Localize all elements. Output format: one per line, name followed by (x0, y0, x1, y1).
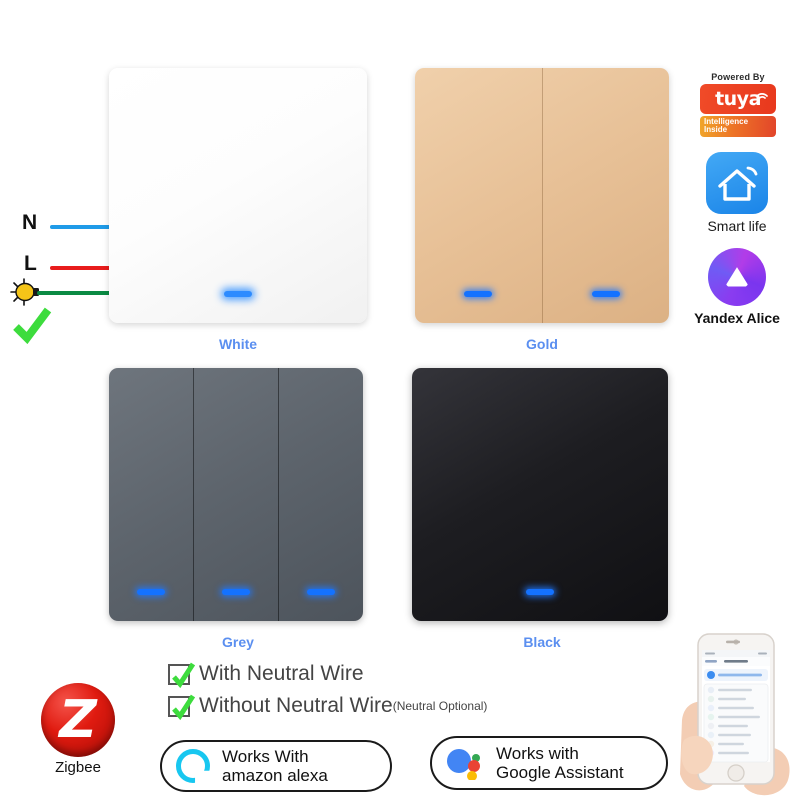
led-indicator (137, 589, 165, 595)
switch-gold-label: Gold (526, 336, 558, 352)
switch-grey-gang-3[interactable] (278, 368, 363, 621)
wiring-diagram-without-neutral: N L (0, 505, 120, 655)
google-text: Works with Google Assistant (496, 744, 624, 782)
neutral-label-top: N (22, 211, 38, 234)
switch-grey-gang-1[interactable] (109, 368, 193, 621)
led-indicator (224, 291, 252, 297)
google-line1: Works with (496, 743, 579, 763)
live-wire-top (50, 266, 112, 270)
alexa-icon (176, 749, 210, 783)
tuya-tagline: Intelligence Inside (700, 116, 776, 137)
wiring-diagram-with-neutral: N L (0, 0, 120, 345)
zigbee-mark: Z (59, 690, 97, 750)
neutral-option-label: Without Neutral Wire (199, 694, 393, 717)
switch-gold-gang-1[interactable] (415, 68, 542, 323)
checkbox-with-neutral[interactable] (168, 662, 195, 688)
switch-grey-label: Grey (222, 634, 254, 650)
neutral-option-label: With Neutral Wire (199, 662, 364, 685)
checkbox-without-neutral[interactable] (168, 694, 195, 720)
tuya-powered-by-text: Powered By (711, 72, 765, 82)
wifi-icon (756, 93, 768, 99)
zigbee-caption: Zigbee (55, 759, 101, 776)
live-label-top: L (24, 252, 37, 275)
led-indicator (464, 291, 493, 297)
lamp-wire-top (37, 291, 112, 295)
switch-black[interactable] (412, 368, 668, 621)
alexa-line2: amazon alexa (222, 766, 328, 785)
switch-white-gang-1[interactable] (109, 68, 367, 323)
led-indicator (222, 589, 250, 595)
tuya-tagline-line2: Inside (704, 125, 728, 135)
neutral-option-with: With Neutral Wire (168, 662, 364, 688)
product-infographic: N L N (0, 0, 800, 800)
switch-black-gang-1[interactable] (412, 368, 668, 621)
smart-life-logo: Smart life (699, 152, 775, 234)
led-indicator (591, 291, 620, 297)
smart-life-caption: Smart life (707, 218, 767, 234)
neutral-option-note: (Neutral Optional) (392, 699, 488, 713)
google-assistant-icon (446, 746, 486, 781)
switch-white[interactable] (109, 68, 367, 323)
switch-black-label: Black (523, 634, 561, 650)
neutral-option-without: Without Neutral Wire (Neutral Optional) (168, 694, 488, 720)
tuya-wordmark: tuya (715, 88, 761, 110)
google-line2: Google Assistant (496, 763, 624, 782)
works-with-google-badge: Works with Google Assistant (430, 736, 668, 790)
smart-home-icon (706, 152, 768, 214)
works-with-alexa-badge: Works With amazon alexa (160, 740, 392, 792)
switch-gold-gang-2[interactable] (541, 68, 670, 323)
alice-icon (708, 248, 766, 306)
switch-grey[interactable] (109, 368, 363, 621)
approved-check-top (12, 306, 52, 345)
led-indicator (526, 589, 554, 595)
zigbee-badge: Z (41, 683, 115, 757)
switch-gold[interactable] (415, 68, 669, 323)
alexa-line1: Works With (222, 746, 309, 766)
yandex-alice-logo: Yandex Alice (682, 248, 792, 326)
tuya-logo: Powered By tuya Intelligence Inside (700, 72, 776, 137)
switch-grey-gang-2[interactable] (193, 368, 278, 621)
tuya-badge: tuya (700, 84, 776, 114)
zigbee-logo: Z Zigbee (28, 683, 128, 776)
neutral-wire-top (50, 225, 112, 229)
alexa-text: Works With amazon alexa (222, 747, 328, 785)
switch-white-label: White (218, 336, 258, 352)
app-phone-photo (678, 628, 800, 800)
yandex-alice-caption: Yandex Alice (694, 310, 780, 326)
led-indicator (307, 589, 335, 595)
